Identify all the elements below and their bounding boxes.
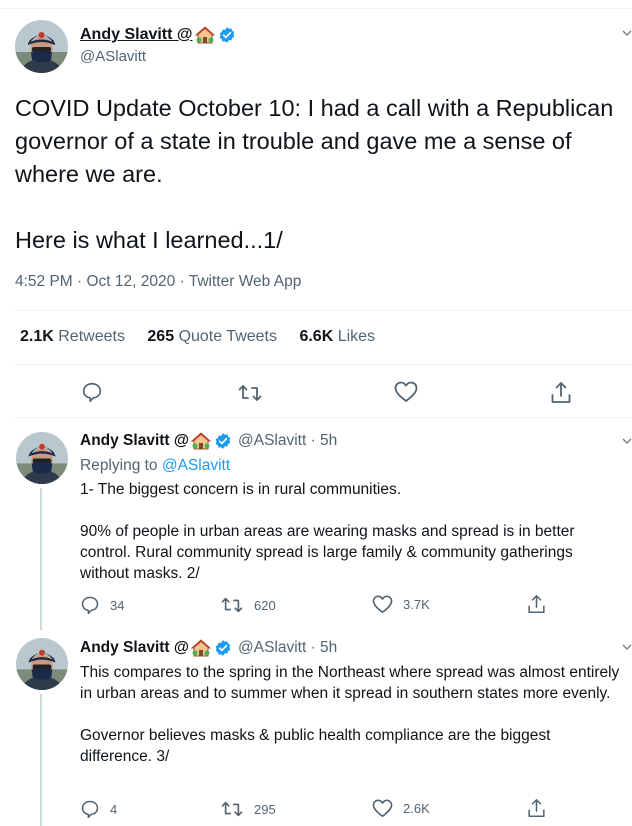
quote-tweets-stat[interactable]: 265 Quote Tweets <box>147 328 277 345</box>
retweet-icon[interactable] <box>237 382 263 404</box>
verified-badge-icon <box>214 639 232 657</box>
reply-button[interactable]: 4 <box>80 799 117 819</box>
reply-header: Andy Slavitt @ @ASlavitt · 5h <box>80 432 337 450</box>
author-handle[interactable]: @ASlavitt <box>80 48 146 65</box>
author-name-text[interactable]: Andy Slavitt @ <box>80 26 193 44</box>
retweets-stat[interactable]: 2.1K Retweets <box>20 328 125 345</box>
divider <box>15 417 632 418</box>
likes-count: 6.6K <box>299 328 334 345</box>
author-name[interactable]: Andy Slavitt @ <box>80 639 189 657</box>
reply-button[interactable]: 34 <box>80 595 124 615</box>
replying-to-prefix: Replying to <box>80 457 158 474</box>
retweet-button[interactable]: 295 <box>220 799 276 819</box>
quotes-label: Quote Tweets <box>178 328 277 345</box>
like-button[interactable]: 2.6K <box>372 799 430 818</box>
retweet-count: 295 <box>254 801 276 817</box>
reply-count: 34 <box>110 597 125 613</box>
retweet-count: 620 <box>254 597 276 613</box>
share-icon <box>528 799 545 818</box>
divider <box>15 364 632 365</box>
reply-header: Andy Slavitt @ @ASlavitt · 5h <box>80 639 337 657</box>
author-handle[interactable]: @ASlavitt · 5h <box>238 432 337 450</box>
reply-icon[interactable] <box>81 381 103 403</box>
tweet-text: 1- The biggest concern is in rural commu… <box>80 481 575 582</box>
retweet-icon <box>221 801 243 817</box>
divider <box>15 310 632 311</box>
like-count: 3.7K <box>403 597 430 612</box>
tweet-text: This compares to the spring in the North… <box>80 664 620 765</box>
verified-badge-icon <box>218 26 236 44</box>
share-button[interactable] <box>527 594 556 615</box>
reply-count: 4 <box>110 801 118 817</box>
avatar[interactable] <box>16 432 68 484</box>
likes-label: Likes <box>337 328 376 345</box>
verified-badge-icon <box>214 432 232 450</box>
reply-icon <box>81 800 99 819</box>
share-icon[interactable] <box>550 381 572 405</box>
thread-line <box>40 694 42 826</box>
retweets-count: 2.1K <box>20 328 54 345</box>
heart-icon[interactable] <box>394 381 418 403</box>
avatar[interactable] <box>16 638 68 690</box>
house-icon <box>191 432 211 450</box>
thread-line <box>40 488 42 630</box>
like-button[interactable]: 3.7K <box>372 595 430 614</box>
share-button[interactable] <box>527 798 556 819</box>
quotes-count: 265 <box>147 328 175 345</box>
like-count: 2.6K <box>403 801 430 816</box>
retweet-button[interactable]: 620 <box>220 595 276 615</box>
chevron-down-icon[interactable] <box>622 28 632 38</box>
tweet-timestamp[interactable]: 4:52 PM · Oct 12, 2020 · Twitter Web App <box>15 273 301 291</box>
share-icon <box>528 595 545 614</box>
author-handle[interactable]: @ASlavitt · 5h <box>238 639 337 657</box>
author-name[interactable]: Andy Slavitt @ <box>80 26 236 44</box>
author-name[interactable]: Andy Slavitt @ <box>80 432 189 450</box>
retweet-icon <box>221 597 243 613</box>
retweets-label: Retweets <box>58 328 125 345</box>
chevron-down-icon[interactable] <box>622 436 632 446</box>
replying-to-link[interactable]: @ASlavitt <box>162 457 230 474</box>
tweet-stats: 2.1K Retweets 265 Quote Tweets 6.6K Like… <box>20 328 393 346</box>
heart-icon <box>372 595 393 614</box>
top-divider <box>0 8 632 9</box>
house-icon <box>191 639 211 657</box>
reply-icon <box>81 596 99 615</box>
avatar[interactable] <box>15 20 68 73</box>
replying-to: Replying to @ASlavitt <box>80 457 230 475</box>
heart-icon <box>372 799 393 818</box>
chevron-down-icon[interactable] <box>622 642 632 652</box>
tweet-text: COVID Update October 10: I had a call wi… <box>15 95 614 253</box>
likes-stat[interactable]: 6.6K Likes <box>299 328 375 345</box>
house-icon <box>194 26 215 44</box>
